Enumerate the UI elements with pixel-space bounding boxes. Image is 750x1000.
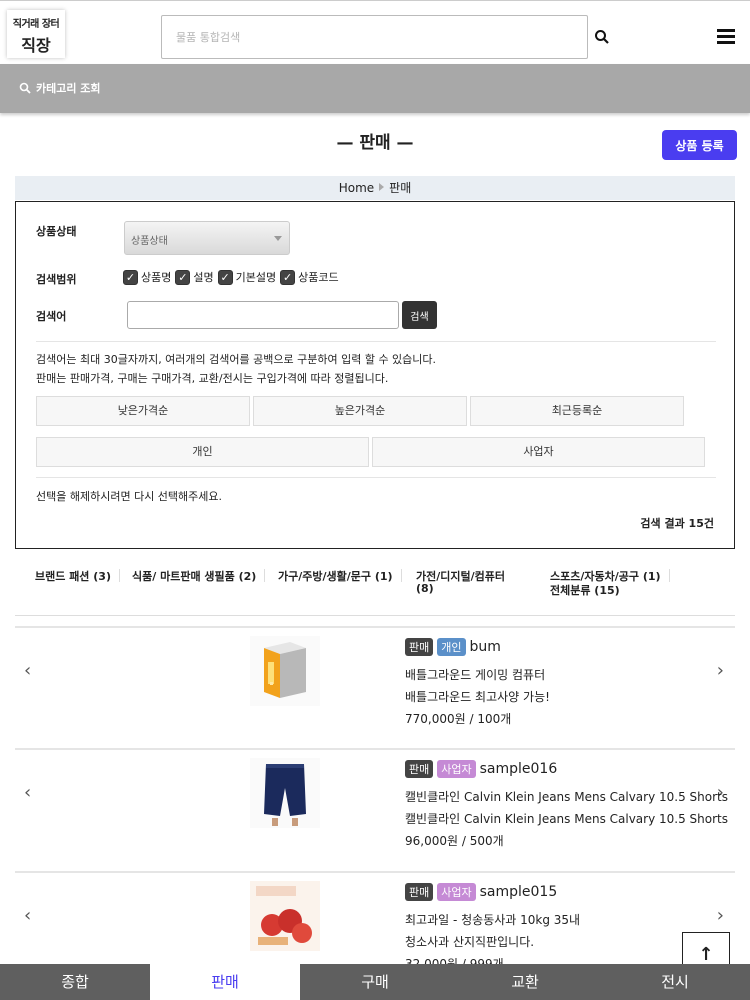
keyword-label: 검색어	[36, 310, 67, 323]
scope-checkbox-basic-description[interactable]: ✓	[217, 269, 233, 285]
category-item[interactable]: 가구/주방/생활/문구 (1)	[278, 568, 402, 584]
scope-label-basic-description: 기본설명	[235, 271, 277, 284]
status-select-value: 상품상태	[131, 236, 168, 247]
tab-buy[interactable]: 구매	[300, 964, 450, 1000]
product-description: 캘빈클라인 Calvin Klein Jeans Mens Calvary 10…	[405, 812, 728, 826]
product-name[interactable]: 캘빈클라인 Calvin Klein Jeans Mens Calvary 10…	[405, 788, 735, 805]
page: 직거래 장터 직장 카테고리 조회 — 판매 — 상품 등록 Home 판매 상품…	[0, 0, 750, 1000]
tab-exhibit[interactable]: 전시	[600, 964, 750, 1000]
product-price: 96,000원 / 500개	[405, 834, 504, 848]
sort-note: 판매는 판매가격, 구매는 구매가격, 교환/전시는 구입가격에 따라 정렬됩니…	[36, 372, 389, 385]
badge-sale: 판매	[405, 883, 434, 901]
product-description: 배틀그라운드 최고사양 가능!	[405, 690, 550, 704]
search-note: 검색어는 최대 30글자까지, 여러개의 검색어를 공백으로 구분하여 입력 할…	[36, 353, 437, 366]
scope-label: 검색범위	[36, 273, 77, 286]
tab-sell[interactable]: 판매	[150, 964, 300, 1000]
category-item-count[interactable]: (8)	[416, 582, 434, 595]
sort-recent-button[interactable]: 최근등록순	[470, 396, 684, 426]
breadcrumb: Home 판매	[15, 176, 735, 200]
breadcrumb-home[interactable]: Home	[339, 181, 374, 195]
filter-individual-button[interactable]: 개인	[36, 437, 369, 467]
keyword-input[interactable]	[127, 301, 399, 329]
scope-checkbox-code[interactable]: ✓	[280, 269, 296, 285]
divider	[36, 341, 716, 342]
category-item[interactable]: 브랜드 패션 (3)	[35, 568, 120, 584]
deselect-note: 선택을 해제하시려면 다시 선택해주세요.	[36, 490, 223, 503]
badge-sale: 판매	[405, 760, 434, 778]
tab-overview[interactable]: 종합	[0, 964, 150, 1000]
scope-label-description: 설명	[193, 271, 214, 284]
register-product-button[interactable]: 상품 등록	[662, 130, 737, 160]
category-bar[interactable]: 카테고리 조회	[0, 64, 750, 113]
search-icon	[19, 82, 31, 94]
scope-checkbox-name[interactable]: ✓	[123, 269, 138, 285]
category-item[interactable]: 식품/ 마트판매 생필품 (2)	[132, 568, 266, 584]
scope-label-name: 상품명	[141, 271, 172, 284]
page-title: — 판매 —	[336, 133, 414, 153]
seller-name: sample016	[479, 761, 558, 777]
category-all[interactable]: 전체분류 (15)	[550, 582, 620, 598]
sort-high-price-button[interactable]: 높은가격순	[253, 396, 467, 426]
seller-name: bum	[469, 639, 501, 655]
result-count: 검색 결과 15건	[640, 517, 714, 530]
status-label: 상품상태	[36, 225, 77, 238]
product-image[interactable]	[250, 636, 320, 706]
product-name[interactable]: 최고과일 - 청송동사과 10kg 35내	[405, 911, 735, 928]
chevron-down-icon	[274, 236, 282, 241]
category-bar-label: 카테고리 조회	[36, 82, 101, 95]
seller-name: sample015	[479, 884, 558, 900]
search-icon[interactable]	[594, 29, 610, 45]
product-info: 판매 사업자 sample016 캘빈클라인 Calvin Klein Jean…	[405, 760, 735, 849]
status-select[interactable]: 상품상태	[124, 221, 290, 255]
chevron-right-icon	[379, 183, 385, 191]
scope-label-code: 상품코드	[298, 271, 339, 284]
badge-individual: 개인	[437, 638, 466, 656]
divider	[15, 615, 735, 616]
product-image[interactable]	[250, 758, 320, 828]
badge-sale: 판매	[405, 638, 434, 656]
hamburger-menu-icon[interactable]	[717, 29, 735, 45]
chevron-left-icon[interactable]: ‹	[24, 782, 31, 803]
keyword-search-button[interactable]: 검색	[402, 301, 437, 329]
scope-checkbox-description[interactable]: ✓	[175, 269, 191, 285]
product-price: 770,000원 / 100개	[405, 712, 512, 726]
search-input[interactable]	[161, 15, 588, 59]
chevron-left-icon[interactable]: ‹	[24, 660, 31, 681]
scope-checkboxes: ✓ 상품명 ✓ 설명 ✓ 기본설명 ✓ 상품코드	[123, 269, 343, 285]
logo-title: 직장	[21, 36, 51, 55]
divider	[36, 477, 716, 478]
sort-low-price-button[interactable]: 낮은가격순	[36, 396, 250, 426]
filter-business-button[interactable]: 사업자	[372, 437, 705, 467]
breadcrumb-current: 판매	[389, 181, 412, 195]
product-card[interactable]: ‹ › 판매 개인 bum 배틀그라운드 게이밍 컴퓨터 배틀그라운드 최고사양…	[15, 626, 735, 749]
product-name[interactable]: 배틀그라운드 게이밍 컴퓨터	[405, 666, 735, 683]
bottom-tab-bar: 종합 판매 구매 교환 전시	[0, 964, 750, 1000]
tab-exchange[interactable]: 교환	[450, 964, 600, 1000]
search-filter-panel: 상품상태 상품상태 검색범위 ✓ 상품명 ✓ 설명 ✓ 기본설명 ✓ 상품코드 검색어 …	[15, 201, 735, 549]
chevron-left-icon[interactable]: ‹	[24, 905, 31, 926]
logo-subtitle: 직거래 장터	[12, 19, 60, 30]
header: 직거래 장터 직장	[0, 0, 750, 64]
badge-business: 사업자	[437, 883, 476, 901]
badge-business: 사업자	[437, 760, 476, 778]
product-image[interactable]	[250, 881, 320, 951]
product-card[interactable]: ‹ › 판매 사업자 sample016 캘빈클라인 Calvin Klein …	[15, 748, 735, 871]
logo[interactable]: 직거래 장터 직장	[7, 10, 65, 58]
product-info: 판매 개인 bum 배틀그라운드 게이밍 컴퓨터 배틀그라운드 최고사양 가능!…	[405, 638, 735, 727]
